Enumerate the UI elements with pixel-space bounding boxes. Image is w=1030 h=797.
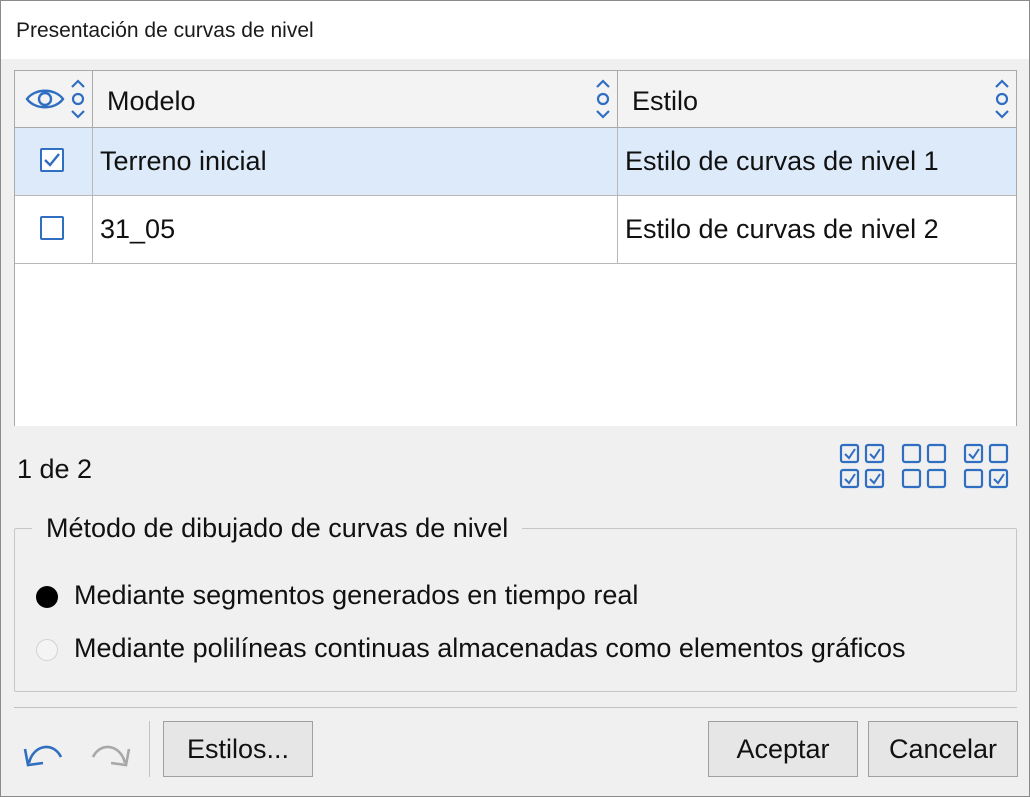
title-bar: Presentación de curvas de nivel	[1, 1, 1029, 59]
models-grid: Modelo Estilo Terreno inicial Estilo de …	[14, 70, 1017, 426]
model-cell[interactable]: Terreno inicial	[93, 128, 618, 195]
dialog-window: Presentación de curvas de nivel Modelo E…	[0, 0, 1030, 797]
redo-icon[interactable]	[87, 733, 133, 773]
model-name: Terreno inicial	[100, 146, 267, 176]
check-all-icon[interactable]	[839, 443, 887, 491]
table-row[interactable]: Terreno inicial Estilo de curvas de nive…	[15, 128, 1016, 196]
column-header-visible[interactable]	[15, 71, 93, 127]
visibility-cell[interactable]	[15, 196, 93, 263]
uncheck-all-icon[interactable]	[901, 443, 949, 491]
undo-icon[interactable]	[21, 733, 67, 773]
sort-icon[interactable]	[593, 77, 613, 121]
sort-icon[interactable]	[992, 77, 1012, 121]
table-row[interactable]: 31_05 Estilo de curvas de nivel 2	[15, 196, 1016, 264]
accept-button[interactable]: Aceptar	[708, 721, 858, 777]
grid-header: Modelo Estilo	[15, 71, 1016, 128]
dialog-title: Presentación de curvas de nivel	[16, 19, 314, 42]
checkmark-icon	[44, 153, 60, 167]
cancel-button[interactable]: Cancelar	[868, 721, 1018, 777]
visibility-cell[interactable]	[15, 128, 93, 195]
invert-selection-icon[interactable]	[963, 443, 1011, 491]
column-header-style[interactable]: Estilo	[618, 71, 1016, 127]
style-cell[interactable]: Estilo de curvas de nivel 2	[618, 196, 1016, 263]
toolbar-divider	[149, 721, 150, 777]
eye-icon	[25, 89, 65, 109]
visibility-checkbox[interactable]	[40, 216, 64, 240]
styles-button[interactable]: Estilos...	[163, 721, 313, 777]
radio-button[interactable]	[36, 639, 58, 661]
radio-label: Mediante segmentos generados en tiempo r…	[74, 580, 639, 610]
model-cell[interactable]: 31_05	[93, 196, 618, 263]
style-cell[interactable]: Estilo de curvas de nivel 1	[618, 128, 1016, 195]
model-name: 31_05	[100, 214, 176, 244]
method-group-legend: Método de dibujado de curvas de nivel	[32, 513, 523, 544]
style-name: Estilo de curvas de nivel 1	[625, 146, 939, 176]
style-name: Estilo de curvas de nivel 2	[625, 214, 939, 244]
column-header-label: Estilo	[632, 86, 699, 116]
column-header-model[interactable]: Modelo	[93, 71, 618, 127]
radio-button-selected[interactable]	[36, 586, 58, 608]
radio-label: Mediante polilíneas continuas almacenada…	[74, 633, 906, 663]
visibility-checkbox[interactable]	[40, 148, 64, 172]
column-header-label: Modelo	[107, 86, 196, 116]
sort-icon[interactable]	[68, 77, 88, 121]
footer-divider	[14, 707, 1017, 708]
row-counter: 1 de 2	[17, 454, 93, 484]
